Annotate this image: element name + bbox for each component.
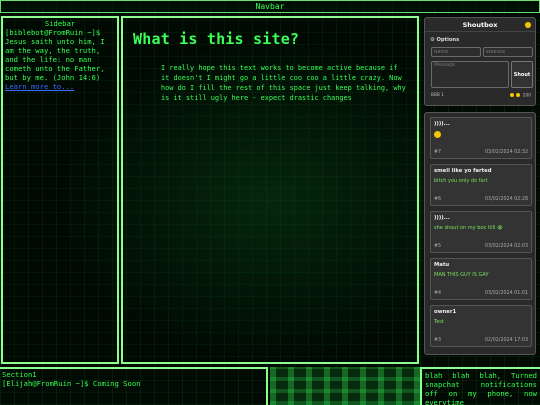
message-text: MAN THIS GUY IS GAY xyxy=(434,272,489,278)
sidebar-text: [biblebot@FromRuin ~]$ Jesus saith unto … xyxy=(5,28,105,82)
shoutbox-options[interactable]: ⚙ Options xyxy=(430,37,459,43)
decorative-image xyxy=(270,367,420,405)
emoji-icon xyxy=(434,131,441,138)
section1-text: [Elijah@FromRuin ~]$ Coming Soon xyxy=(2,379,141,388)
section1-title: Section1 xyxy=(2,370,37,379)
message-number: #5 xyxy=(434,244,442,249)
page-title: What is this site? xyxy=(133,30,300,48)
section2: blah blah blah, Turned snapchat notifica… xyxy=(420,367,540,405)
message-number: #4 xyxy=(434,291,442,296)
message-number: #7 xyxy=(434,150,442,155)
message-time: 03/02/2024 02:03 xyxy=(485,244,528,249)
sidebar-title: Sidebar xyxy=(44,19,76,28)
message-time: 03/02/2024 02:28 xyxy=(485,197,528,202)
shout-button[interactable]: Shout xyxy=(511,61,533,88)
footer-left: BBB 1 xyxy=(431,93,444,98)
message-time: 02/02/2024 17:03 xyxy=(485,338,528,343)
options-label: Options xyxy=(436,37,460,43)
message-author: owner1 xyxy=(434,309,457,315)
message-list: ))))... #7 03/02/2024 02:32 smell like y… xyxy=(424,112,536,355)
message-text: she shout on my box tilll 😭 xyxy=(434,225,503,231)
gear-icon: ⚙ xyxy=(430,37,435,43)
sidebar: Sidebar [biblebot@FromRuin ~]$ Jesus sai… xyxy=(1,16,119,364)
navbar-title: Navbar xyxy=(255,2,285,11)
shoutbox-title: Shoutbox xyxy=(462,21,498,29)
list-item: Matu MAN THIS GUY IS GAY #4 03/02/2024 0… xyxy=(430,258,532,300)
list-item: owner1 Test #3 02/02/2024 17:03 xyxy=(430,305,532,347)
message-text: bitch you only do fart xyxy=(434,178,488,184)
message-author: smell like yo farted xyxy=(434,168,492,174)
list-item: ))))... #7 03/02/2024 02:32 xyxy=(430,117,532,159)
emoji-icon[interactable] xyxy=(516,93,521,97)
shoutbox: Shoutbox ⚙ Options Shout BBB 1 200 xyxy=(424,17,536,106)
list-item: ))))... she shout on my box tilll 😭 #5 0… xyxy=(430,211,532,253)
message-number: #3 xyxy=(434,338,442,343)
shoutbox-header: Shoutbox xyxy=(425,18,535,32)
message-time: 03/02/2024 02:32 xyxy=(485,150,528,155)
shoutbox-footer: BBB 1 200 xyxy=(431,93,531,99)
emoji-icon[interactable] xyxy=(510,93,515,97)
footer-right-count: 200 xyxy=(522,93,531,99)
name-input[interactable] xyxy=(431,47,481,57)
section2-text: blah blah blah, Turned snapchat notifica… xyxy=(425,371,537,405)
message-author: Matu xyxy=(434,262,450,268)
sidebar-learn-more-link[interactable]: Learn more to... xyxy=(5,82,74,91)
message-input[interactable] xyxy=(431,61,509,88)
navbar: Navbar xyxy=(0,0,540,13)
message-number: #6 xyxy=(434,197,442,202)
message-text: Test xyxy=(434,319,444,325)
main-paragraph: I really hope this text works to become … xyxy=(161,64,406,102)
message-time: 03/02/2024 01:01 xyxy=(485,291,528,296)
website-input[interactable] xyxy=(483,47,533,57)
list-item: smell like yo farted bitch you only do f… xyxy=(430,164,532,206)
smiley-icon[interactable] xyxy=(524,21,532,29)
section1: Section1 [Elijah@FromRuin ~]$ Coming Soo… xyxy=(0,367,268,405)
message-author: ))))... xyxy=(434,215,450,221)
message-author: ))))... xyxy=(434,121,450,127)
main-content: What is this site? I really hope this te… xyxy=(121,16,419,364)
footer-right: 200 xyxy=(510,93,531,99)
